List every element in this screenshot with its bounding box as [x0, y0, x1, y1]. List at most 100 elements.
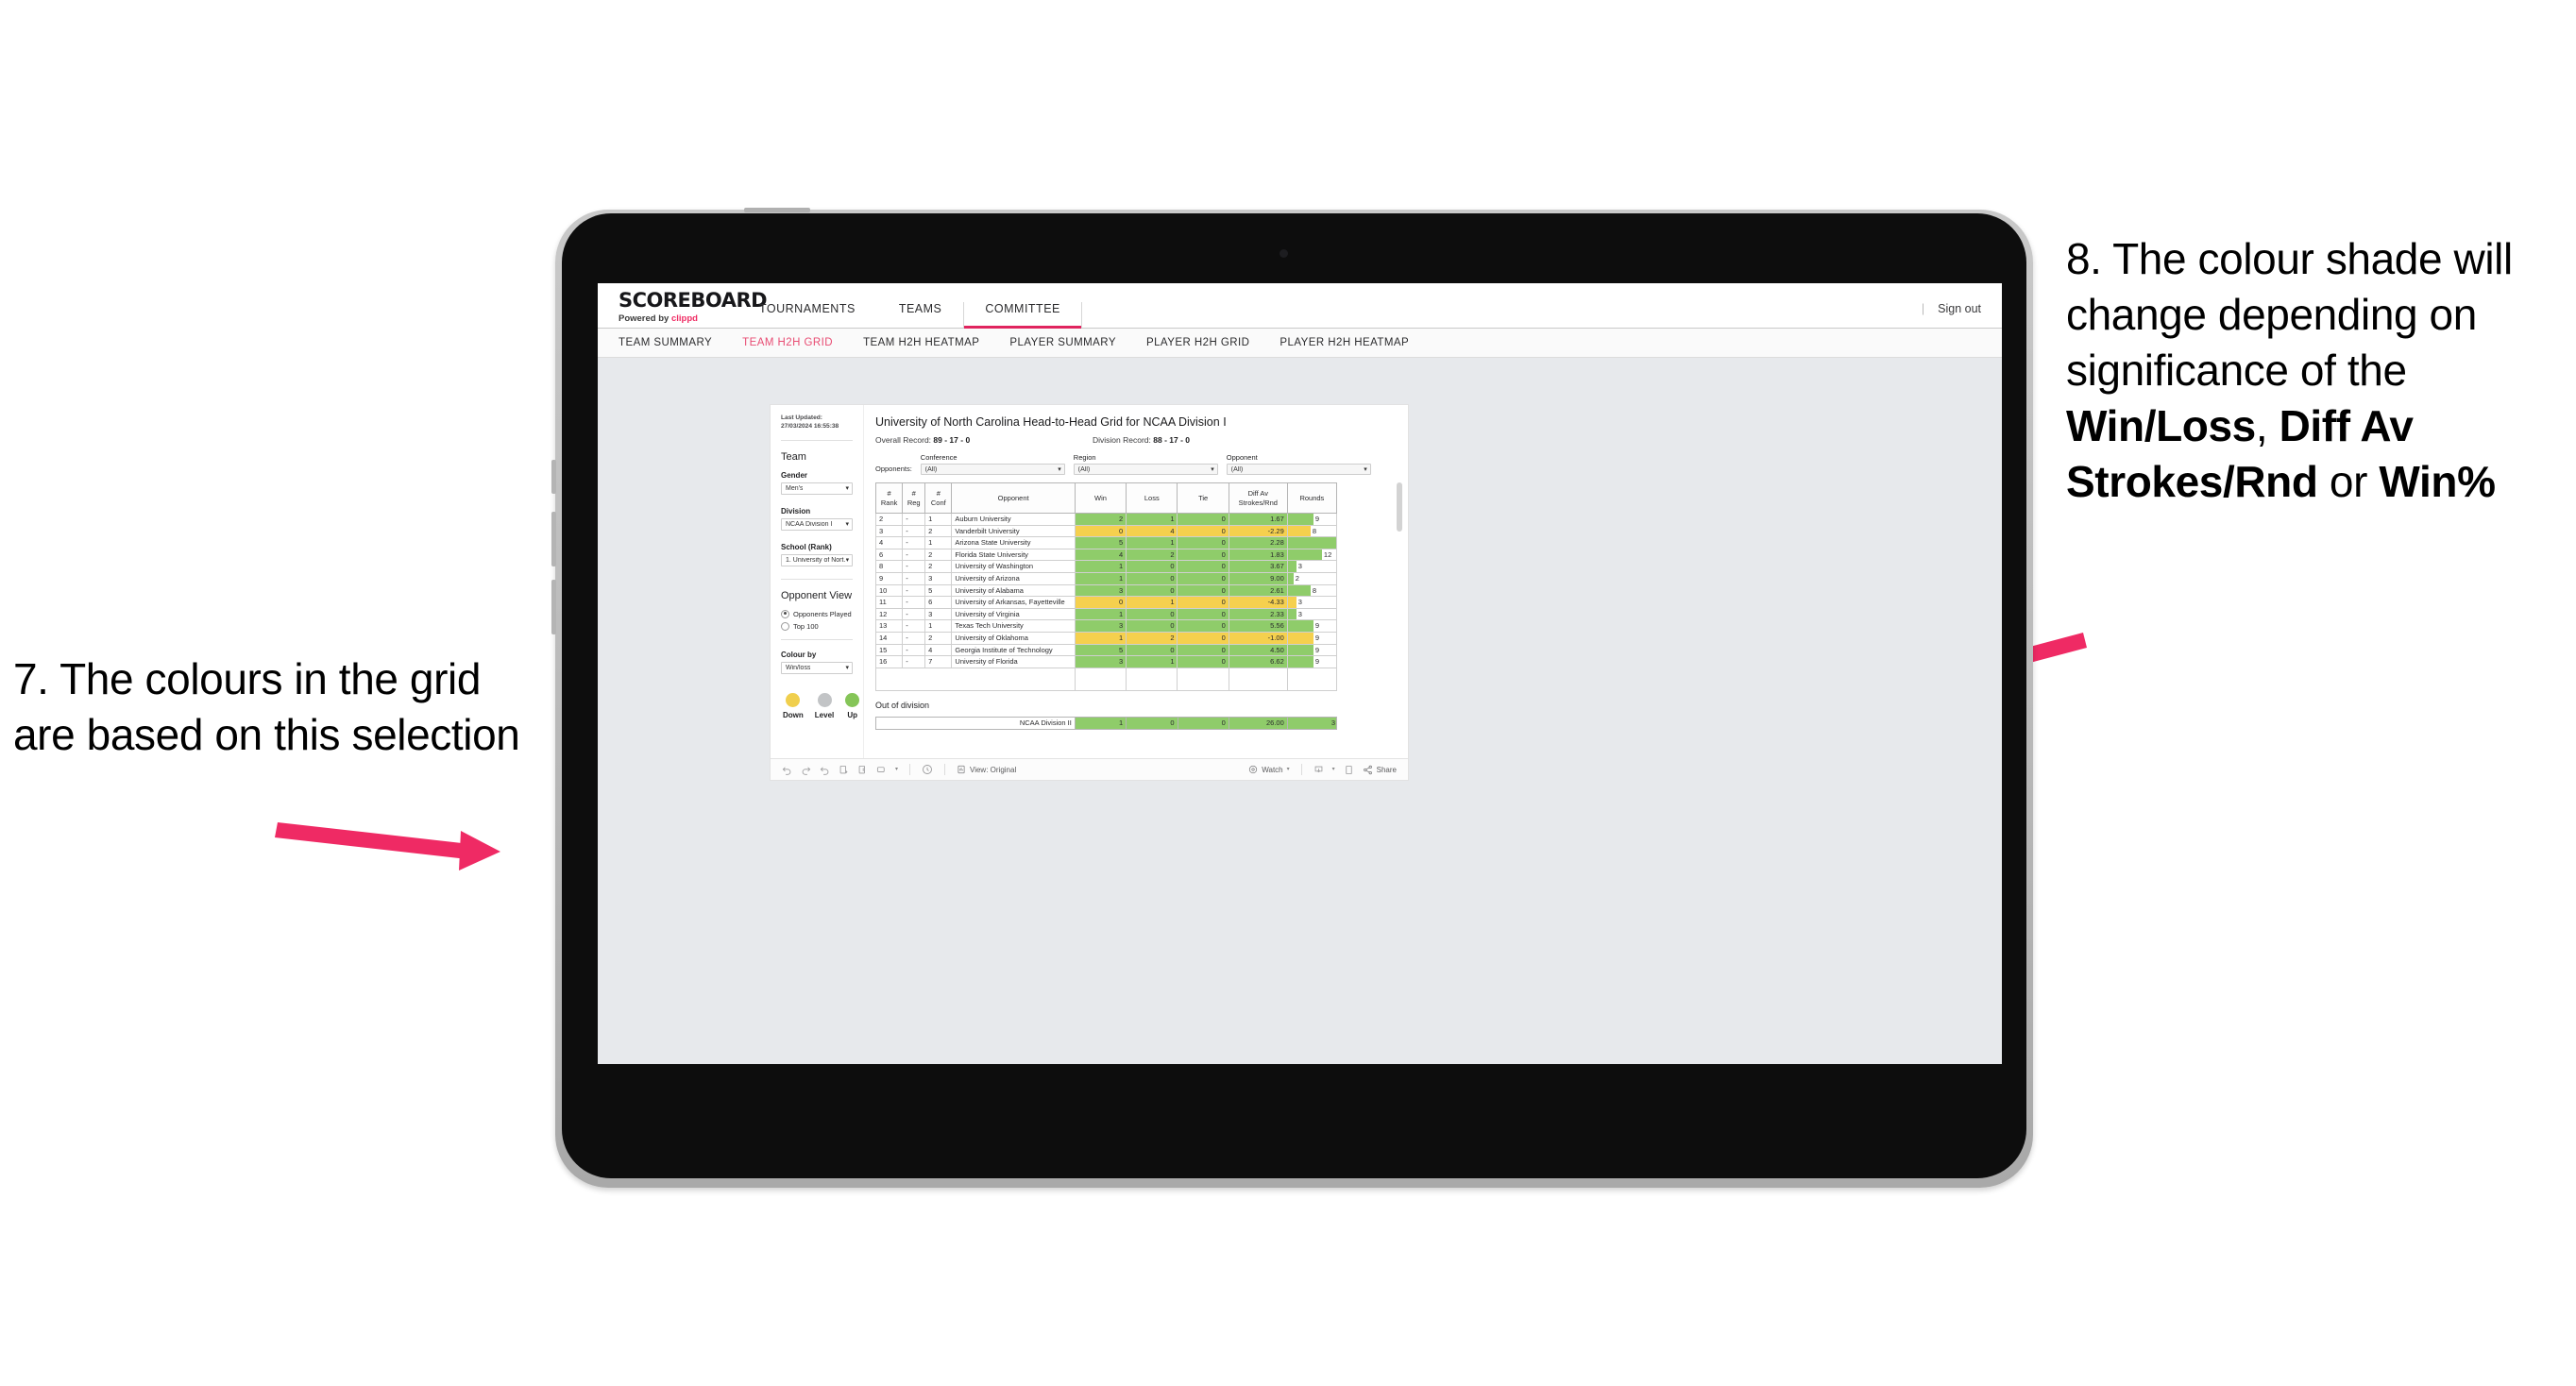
- tablet-volume-up-button[interactable]: [551, 512, 556, 566]
- cell-reg: -: [902, 536, 926, 549]
- legend-dot-level: [817, 692, 832, 707]
- conference-filter-select[interactable]: (All) ▾: [920, 464, 1065, 475]
- annotation-8-pre: 8. The colour shade will change dependin…: [2066, 234, 2513, 395]
- watch-label: Watch: [1262, 765, 1283, 774]
- signout-button[interactable]: Sign out: [1938, 302, 1981, 315]
- subnav-item-team-summary[interactable]: TEAM SUMMARY: [598, 337, 727, 348]
- subnav-item-player-h2h-grid[interactable]: PLAYER H2H GRID: [1131, 337, 1264, 348]
- subnav-item-team-h2h-grid[interactable]: TEAM H2H GRID: [727, 337, 848, 348]
- tablet-side-button-1[interactable]: [551, 460, 556, 494]
- cell-rank: 11: [874, 596, 904, 609]
- table-row[interactable]: 10-5 University of Alabama 3 0 0 2.61 8: [874, 583, 1338, 598]
- cell-rank: 4: [874, 536, 904, 549]
- subnav-item-team-h2h-heatmap[interactable]: TEAM H2H HEATMAP: [848, 337, 994, 348]
- table-row[interactable]: 3-2 Vanderbilt University 0 4 0 -2.29 8: [874, 524, 1338, 538]
- division-value: NCAA Division I: [786, 520, 833, 528]
- share-button[interactable]: Share: [1363, 765, 1397, 775]
- cell-reg: -: [902, 631, 926, 645]
- brand-logo[interactable]: SCOREBOARD Powered by clippd: [598, 291, 768, 328]
- topnav-item-teams[interactable]: TEAMS: [877, 302, 964, 328]
- table-row[interactable]: 11-6 University of Arkansas, Fayetteville…: [874, 596, 1338, 609]
- download-icon[interactable]: [1313, 765, 1324, 775]
- revert-icon[interactable]: [820, 765, 830, 775]
- cell-rounds-value: 9: [1314, 633, 1320, 642]
- undo-icon[interactable]: [782, 765, 792, 775]
- cell-rounds-value: 3: [1297, 598, 1302, 607]
- tablet-power-button[interactable]: [744, 208, 810, 212]
- table-scrollbar[interactable]: [1397, 482, 1402, 532]
- tablet-bezel-inner: SCOREBOARD Powered by clippd TOURNAMENTS…: [562, 213, 2026, 1178]
- topnav-item-tournaments[interactable]: TOURNAMENTS: [737, 302, 877, 328]
- cell-rank: 12: [874, 607, 904, 621]
- cell-opponent: University of Arkansas, Fayetteville: [951, 596, 1076, 609]
- cell-conf: 1: [924, 536, 953, 549]
- app-header: SCOREBOARD Powered by clippd TOURNAMENTS…: [598, 283, 2002, 329]
- cell-opponent: Florida State University: [951, 548, 1076, 562]
- device-preview-icon[interactable]: [1344, 765, 1354, 775]
- cell-reg: -: [902, 560, 926, 573]
- divider-3: [781, 638, 853, 640]
- radio-opponents-played[interactable]: Opponents Played: [781, 609, 853, 618]
- topnav-item-committee[interactable]: COMMITTEE: [963, 302, 1082, 329]
- watch-button[interactable]: Watch ▾: [1248, 765, 1290, 774]
- toolbar-divider-2: [944, 764, 946, 775]
- cell-rounds-value: 8: [1312, 585, 1317, 595]
- table-row[interactable]: 13-1 Texas Tech University 3 0 0 5.56 9: [874, 619, 1338, 633]
- cell-tie: 0: [1177, 571, 1229, 585]
- subnav-item-player-h2h-heatmap[interactable]: PLAYER H2H HEATMAP: [1264, 337, 1424, 348]
- cell-reg: -: [902, 643, 926, 657]
- redo-icon[interactable]: [801, 765, 811, 775]
- cell-win: 1: [1074, 631, 1127, 645]
- division-select[interactable]: NCAA Division I ▾: [781, 517, 853, 531]
- cell-rounds: 9: [1286, 513, 1338, 526]
- cell-opponent: University of Oklahoma: [951, 631, 1076, 645]
- report-content: University of North Carolina Head-to-Hea…: [864, 405, 1408, 758]
- tablet-device: SCOREBOARD Powered by clippd TOURNAMENTS…: [551, 208, 2033, 1188]
- subnav-item-player-summary[interactable]: PLAYER SUMMARY: [994, 337, 1131, 348]
- opponent-filter-select[interactable]: (All) ▾: [1226, 464, 1371, 475]
- cell-rounds-value: 3: [1297, 562, 1302, 571]
- table-row[interactable]: 15-4 Georgia Institute of Technology 5 0 0 4.…: [874, 643, 1338, 657]
- cell-rounds-value: 17: [1336, 537, 1337, 549]
- table-row[interactable]: 2-1 Auburn University 2 1 0 1.67 9: [874, 513, 1338, 526]
- region-filter-select[interactable]: (All) ▾: [1073, 464, 1218, 475]
- pause-icon[interactable]: [857, 765, 868, 775]
- school-select[interactable]: 1. University of Nort... ▾: [781, 553, 853, 566]
- table-row[interactable]: 6-2 Florida State University 4 2 0 1.83 12: [874, 548, 1338, 562]
- radio-top-100[interactable]: Top 100: [781, 621, 853, 631]
- table-row[interactable]: 16-7 University of Florida 3 1 0 6.62 9: [874, 655, 1338, 668]
- cell-tie: 0: [1177, 524, 1229, 538]
- table-row[interactable]: 14-2 University of Oklahoma 1 2 0 -1.00 9: [874, 631, 1338, 645]
- table-row[interactable]: 8-2 University of Washington 1 0 0 3.67 3: [874, 560, 1338, 573]
- colour-legend: Down Level Up: [781, 692, 860, 719]
- view-original-button[interactable]: View: Original: [957, 765, 1016, 774]
- colour-by-select[interactable]: Win/loss ▾: [781, 661, 853, 674]
- cell-opponent: Georgia Institute of Technology: [951, 643, 1076, 657]
- refresh-icon[interactable]: [839, 765, 849, 775]
- tablet-volume-down-button[interactable]: [551, 580, 556, 634]
- table-row[interactable]: 4-1Arizona State University5102.2817: [874, 536, 1338, 549]
- overall-record-label: Overall Record:: [875, 435, 934, 445]
- region-filter: Region (All) ▾: [1073, 453, 1218, 475]
- cell-loss: 0: [1126, 643, 1178, 657]
- ood-tie: 0: [1177, 716, 1229, 730]
- cell-win: 3: [1074, 619, 1127, 633]
- cell-reg: -: [902, 513, 926, 526]
- col-diff-av-strokes: Diff Av Strokes/Rnd: [1228, 482, 1288, 514]
- chevron-down-icon[interactable]: ▾: [1332, 767, 1335, 772]
- gender-select[interactable]: Men's ▾: [781, 482, 853, 495]
- legend-item-down: Down: [783, 692, 804, 719]
- radio-top-100-label: Top 100: [793, 621, 819, 631]
- cell-diff: 9.00: [1228, 571, 1288, 585]
- col-rank: # Rank: [874, 482, 904, 514]
- table-row[interactable]: 12-3 University of Virginia 1 0 0 2.33 3: [874, 607, 1338, 621]
- last-updated-label: Last Updated:: [781, 414, 822, 421]
- highlight-icon[interactable]: [876, 765, 887, 775]
- ood-win: 1: [1074, 716, 1127, 730]
- clock-icon[interactable]: [922, 764, 933, 775]
- table-row[interactable]: 9-3 University of Arizona 1 0 0 9.00 2: [874, 571, 1338, 585]
- cell-tie: 0: [1177, 631, 1229, 645]
- chevron-down-icon[interactable]: ▾: [895, 767, 898, 772]
- cell-opponent: Auburn University: [951, 513, 1076, 526]
- viz-main: Last Updated: 27/03/2024 16:55:38 Team G…: [771, 405, 1408, 758]
